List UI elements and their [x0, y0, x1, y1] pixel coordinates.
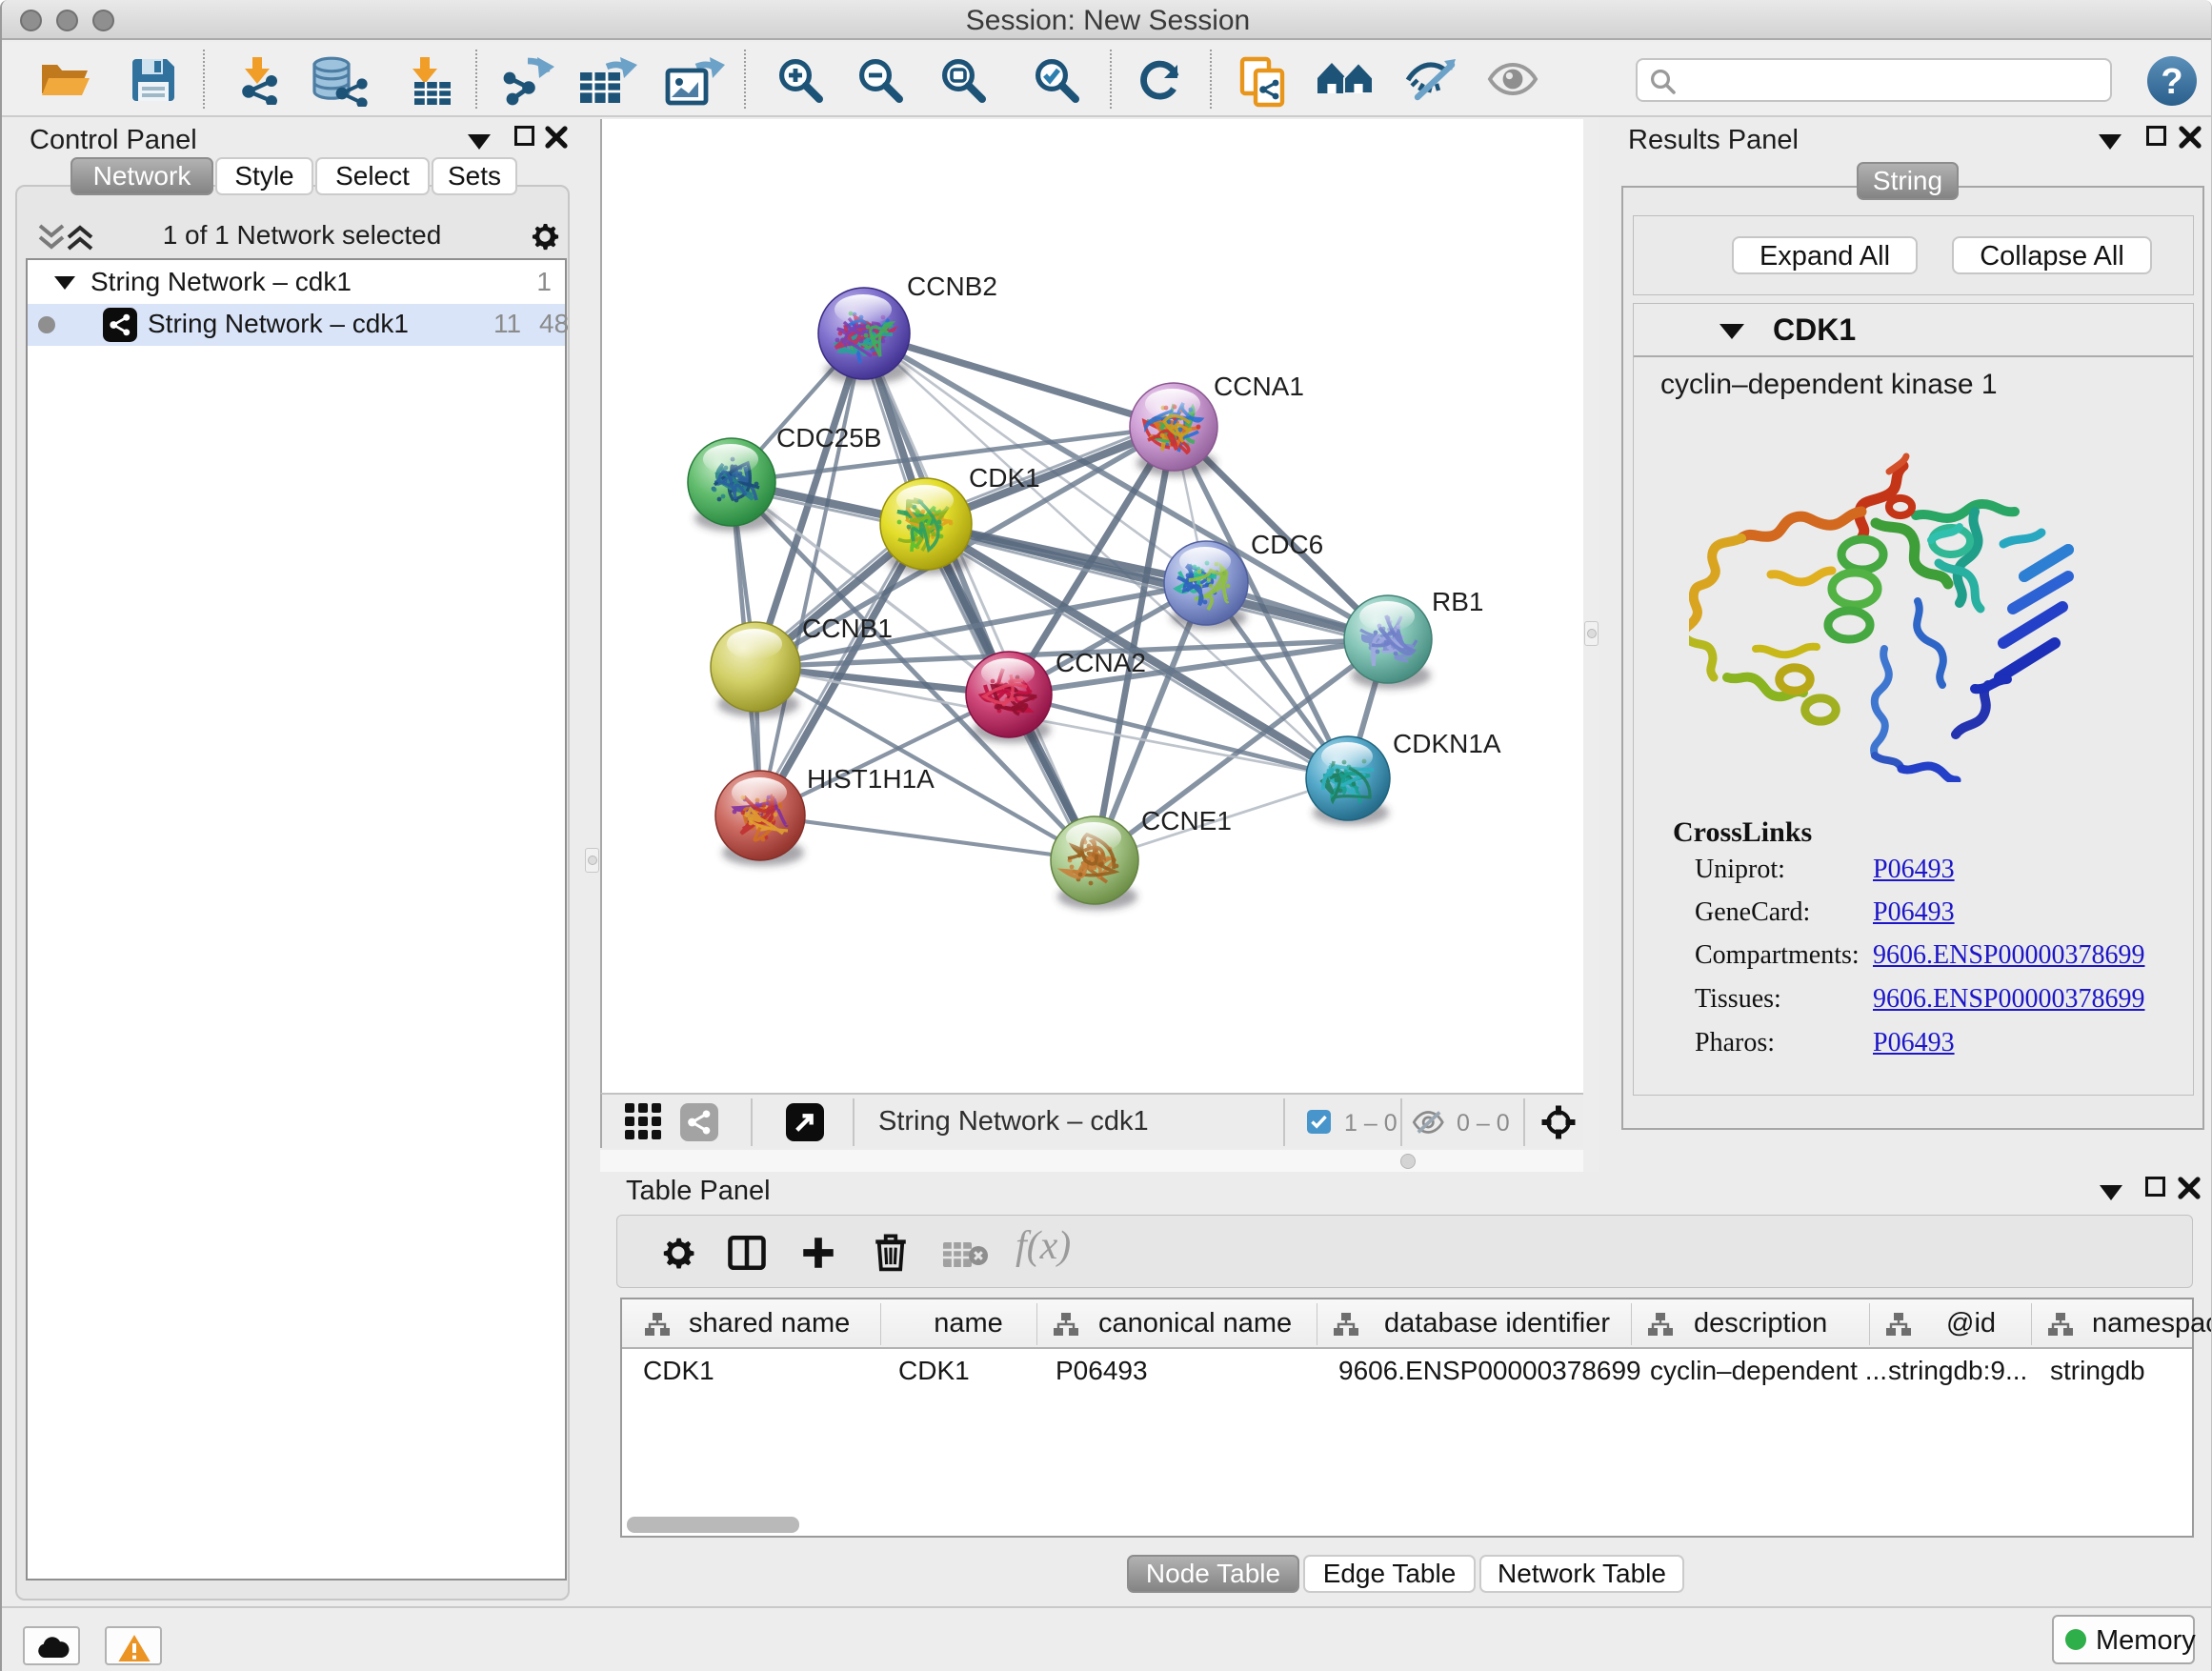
svg-text:CCNB2: CCNB2 [907, 272, 997, 301]
svg-text:CCNE1: CCNE1 [1141, 806, 1232, 836]
svg-text:CCNB1: CCNB1 [802, 614, 893, 643]
svg-text:CDKN1A: CDKN1A [1393, 729, 1501, 758]
svg-text:CCNA2: CCNA2 [1056, 648, 1146, 677]
svg-text:CDC25B: CDC25B [776, 423, 881, 453]
svg-text:CDK1: CDK1 [969, 463, 1040, 493]
svg-text:HIST1H1A: HIST1H1A [807, 764, 935, 794]
svg-text:RB1: RB1 [1432, 587, 1483, 616]
svg-text:?: ? [2161, 62, 2182, 102]
svg-text:CCNA1: CCNA1 [1214, 372, 1304, 401]
svg-text:CDC6: CDC6 [1251, 530, 1323, 559]
